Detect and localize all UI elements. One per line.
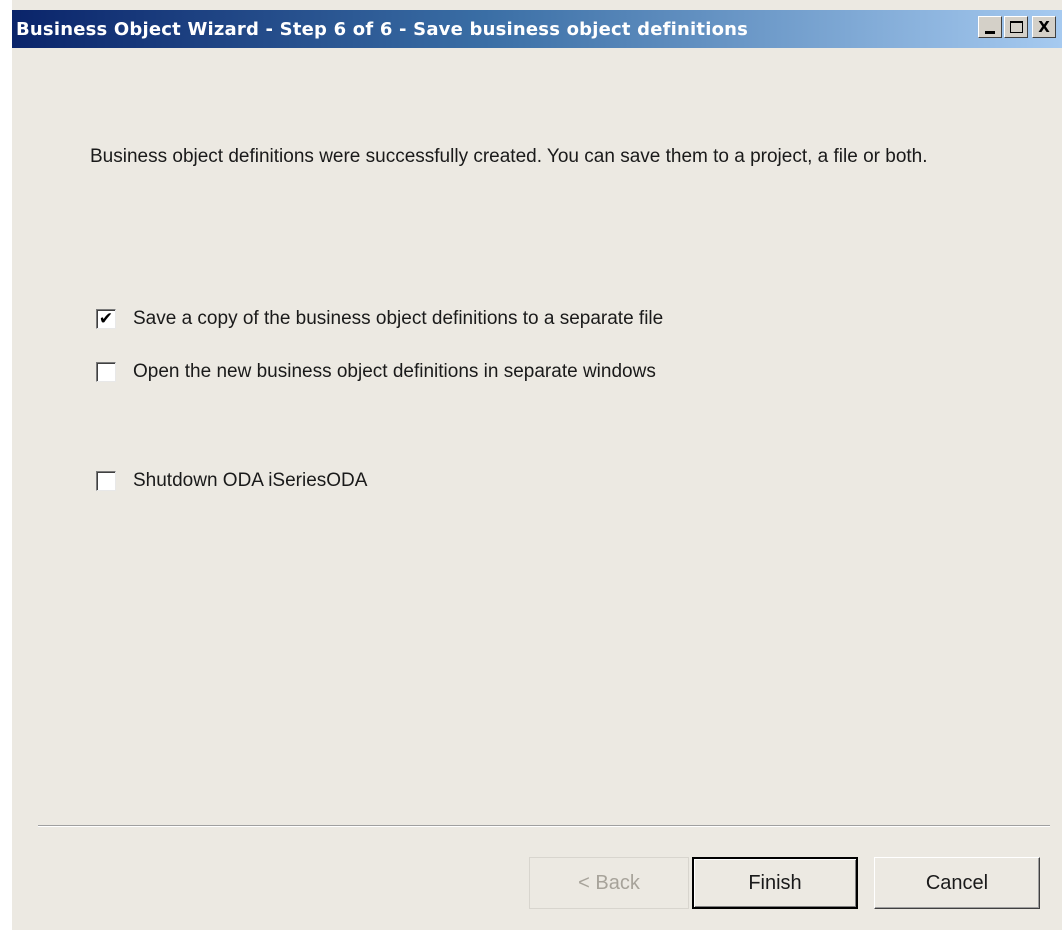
maximize-button[interactable] [1004,16,1028,38]
save-copy-checkbox[interactable]: ✔ [96,309,116,329]
open-windows-checkbox[interactable] [96,362,116,382]
shutdown-oda-checkbox[interactable] [96,471,116,491]
save-copy-label[interactable]: Save a copy of the business object defin… [133,308,663,330]
window-controls: X [978,16,1056,38]
back-button[interactable]: < Back [529,857,689,909]
success-message: Business object definitions were success… [90,146,928,167]
cancel-button[interactable]: Cancel [874,857,1040,909]
title-bar[interactable]: Business Object Wizard - Step 6 of 6 - S… [12,10,1062,48]
wizard-window: Business Object Wizard - Step 6 of 6 - S… [12,0,1062,930]
close-button[interactable]: X [1032,16,1056,38]
option-open-windows[interactable]: Open the new business object definitions… [96,361,656,383]
open-windows-label[interactable]: Open the new business object definitions… [133,361,656,383]
shutdown-oda-label[interactable]: Shutdown ODA iSeriesODA [133,470,367,492]
minimize-button[interactable] [978,16,1002,38]
maximize-icon [1009,21,1023,33]
option-shutdown-oda[interactable]: Shutdown ODA iSeriesODA [96,470,367,492]
button-separator [38,825,1050,827]
close-icon: X [1038,17,1050,36]
checkmark-icon: ✔ [98,308,114,329]
finish-button[interactable]: Finish [692,857,858,909]
option-save-copy[interactable]: ✔ Save a copy of the business object def… [96,308,663,330]
minimize-icon [985,30,995,34]
window-title: Business Object Wizard - Step 6 of 6 - S… [16,18,749,40]
